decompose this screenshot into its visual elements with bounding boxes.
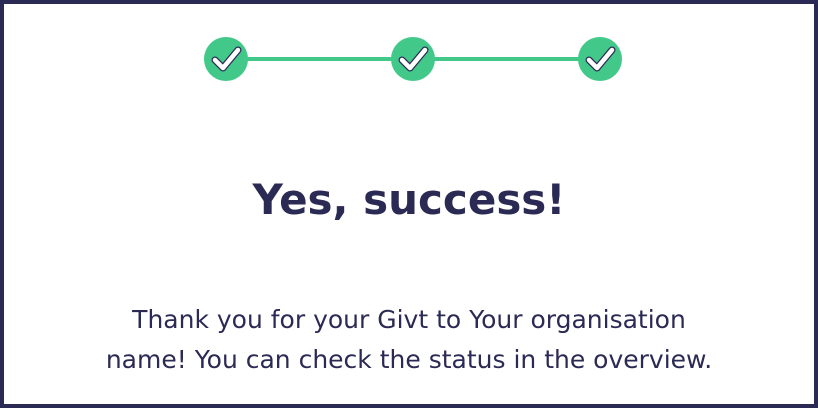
- progress-stepper: [204, 37, 624, 83]
- checkmark-icon: [585, 46, 616, 72]
- step-3-completed: [578, 37, 622, 81]
- success-message-line-2: name! You can check the status in the ov…: [105, 345, 713, 374]
- step-connector: [432, 57, 582, 61]
- step-connector: [244, 57, 394, 61]
- success-title: Yes, success!: [252, 175, 566, 224]
- checkmark-icon: [398, 46, 429, 72]
- step-2-completed: [391, 37, 435, 81]
- checkmark-icon: [211, 46, 242, 72]
- success-message-line-1: Thank you for your Givt to Your organisa…: [132, 305, 686, 334]
- step-1-completed: [204, 37, 248, 81]
- success-screen: Yes, success! Thank you for your Givt to…: [4, 4, 814, 404]
- success-message: Thank you for your Givt to Your organisa…: [44, 300, 774, 380]
